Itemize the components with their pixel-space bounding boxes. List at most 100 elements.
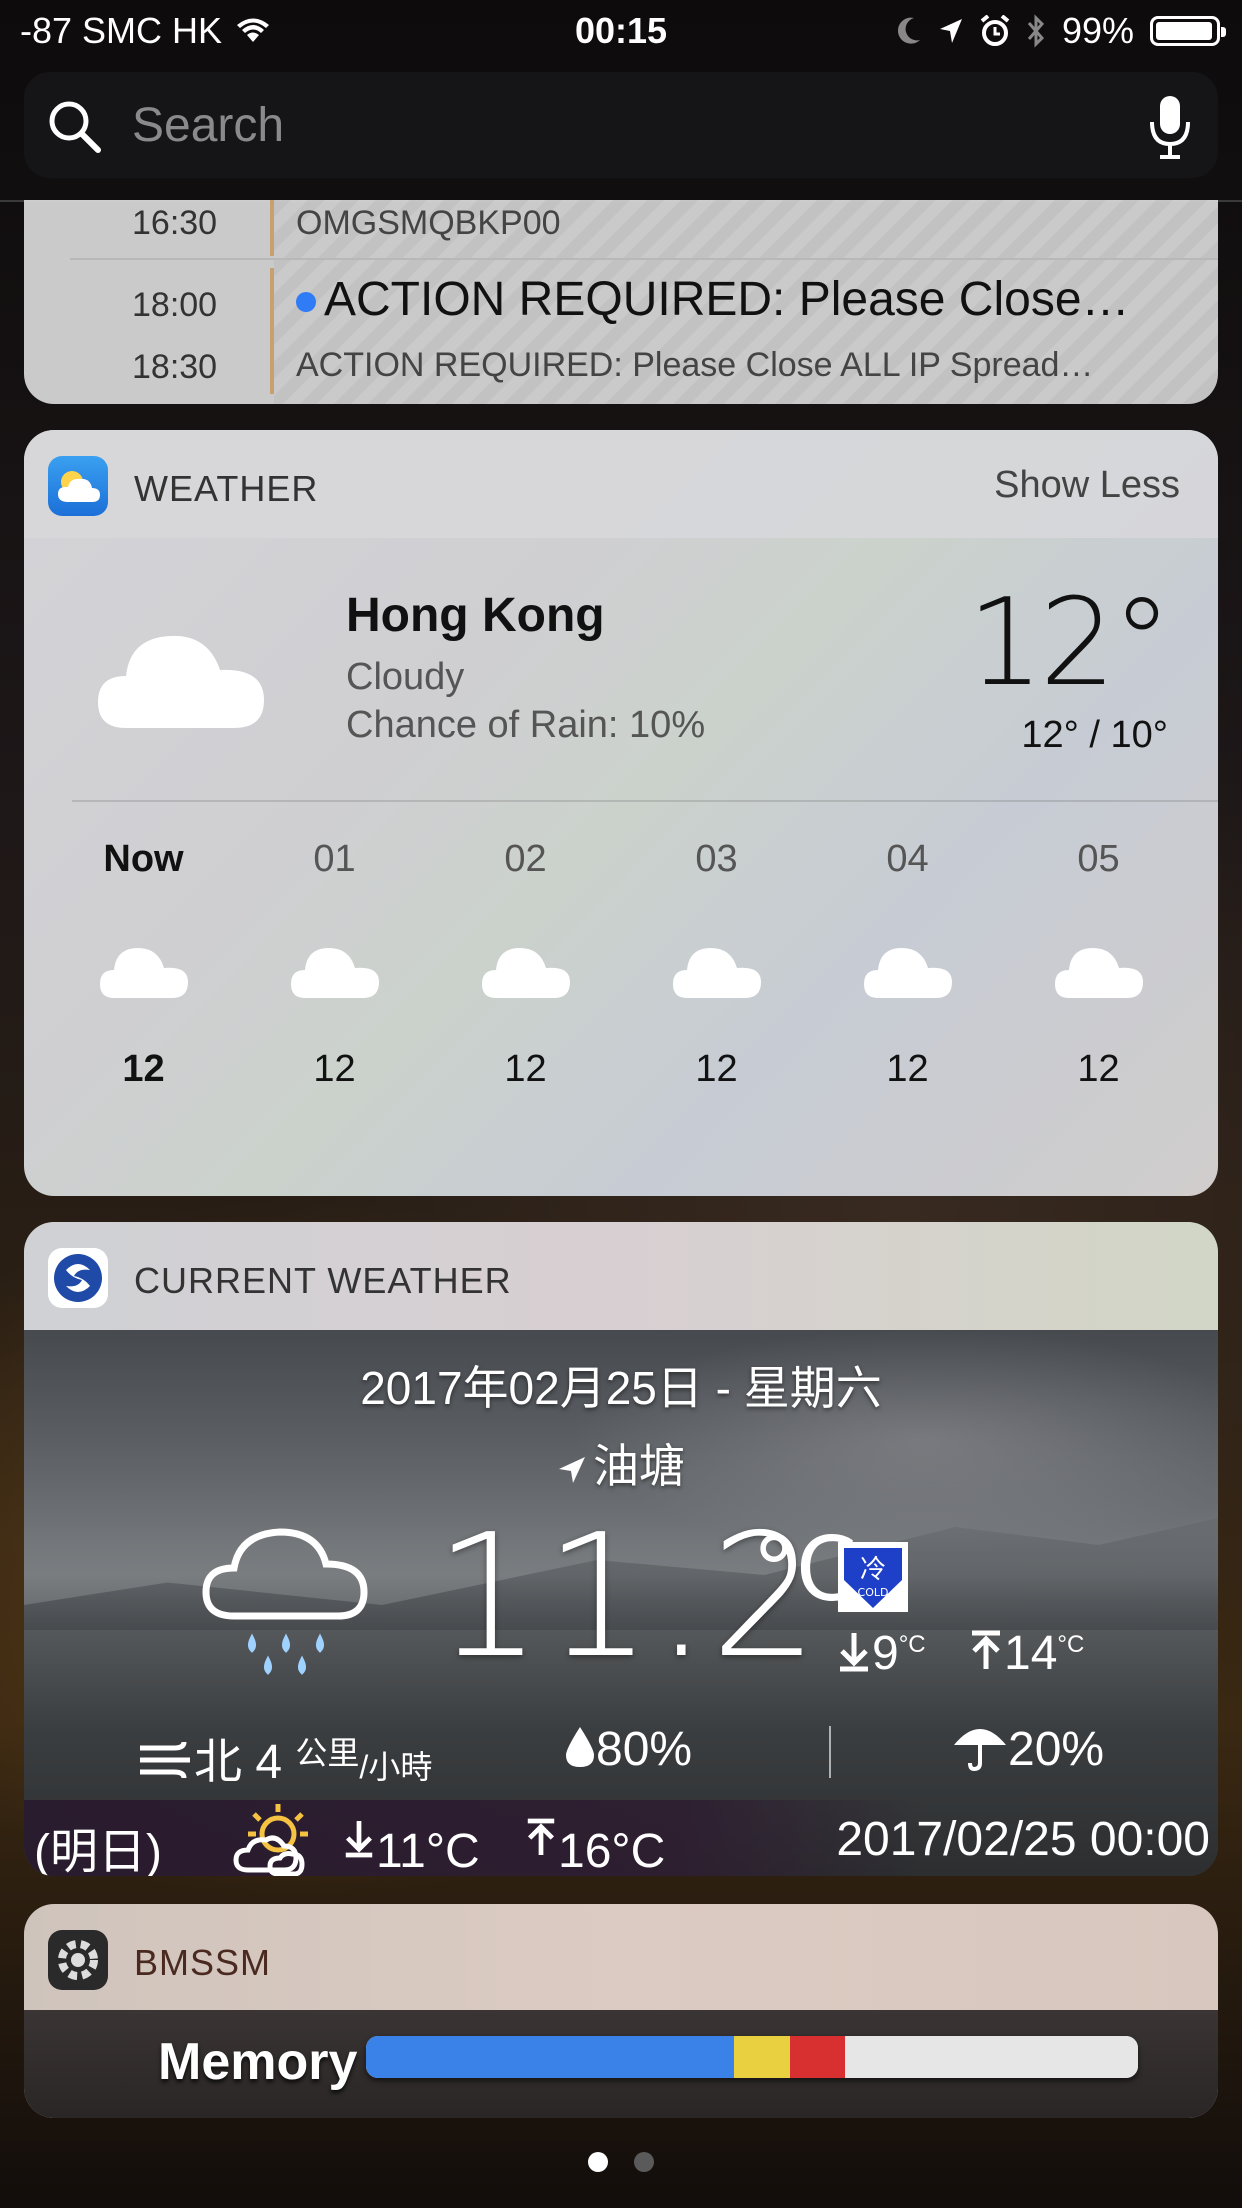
location-text: 油塘 [24, 1430, 1218, 1496]
tomorrow-high-value: 16°C [558, 1825, 666, 1876]
down-arrow-icon [840, 1633, 868, 1672]
memory-bar [366, 2036, 1138, 2078]
event-dot [296, 292, 316, 312]
calendar-event[interactable]: 16:30 OMGSMQBKP00 [24, 200, 1218, 258]
high-temp-unit: °C [1057, 1631, 1085, 1658]
location-arrow-icon [939, 19, 962, 43]
page-dot[interactable] [588, 2152, 608, 2172]
memory-segment-free [845, 2036, 1138, 2078]
hourly-item: 05 12 [1003, 838, 1194, 1178]
hour-temp: 12 [122, 1048, 165, 1090]
weather-divider [72, 800, 1218, 802]
hourly-forecast: Now 12 01 12 02 12 03 12 04 12 05 12 [48, 838, 1194, 1178]
hourly-item: 04 12 [812, 838, 1003, 1178]
wind-unit-top: 公里 [295, 1735, 360, 1771]
search-bar[interactable]: Search [24, 72, 1218, 178]
tomorrow-low-value: 11°C [376, 1825, 480, 1876]
high-temp-value: 14 [1004, 1627, 1058, 1680]
search-placeholder[interactable]: Search [132, 98, 284, 153]
widget-header: CURRENT WEATHER [24, 1222, 1218, 1330]
low-temp: 9°C [836, 1626, 926, 1681]
high-temp: 14°C [968, 1626, 1084, 1681]
moon-icon [897, 17, 920, 44]
hour-temp: 12 [695, 1048, 738, 1090]
widget-title: WEATHER [134, 468, 319, 509]
rain-probability-value: 20% [1008, 1723, 1105, 1776]
hko-app-icon[interactable] [48, 1248, 108, 1308]
umbrella-icon [954, 1729, 1006, 1772]
hour-temp: 12 [313, 1048, 356, 1090]
event-end-time: 18:30 [132, 348, 218, 386]
hour-label: 03 [695, 838, 738, 880]
current-weather-widget: CURRENT WEATHER 2017年02月25日 - 星期六 油塘 11.… [24, 1222, 1218, 1876]
city-name: Hong Kong [346, 589, 605, 642]
battery-percent: 99% [1061, 10, 1134, 51]
humidity-info: 80% [564, 1722, 692, 1777]
show-less-button[interactable]: Show Less [994, 464, 1180, 507]
calendar-event[interactable]: 18:00 18:30 ACTION REQUIRED: Please Clos… [24, 260, 1218, 404]
microphone-icon[interactable] [1148, 94, 1192, 160]
humidity-value: 80% [596, 1723, 693, 1776]
low-temp-unit: °C [898, 1631, 926, 1658]
up-arrow-icon [972, 1630, 1000, 1669]
hour-temp: 12 [504, 1048, 547, 1090]
event-start-time: 18:00 [132, 286, 218, 324]
memory-segment-wired [366, 2036, 735, 2078]
event-end-time: 16:30 [132, 204, 218, 242]
widget-title: CURRENT WEATHER [134, 1260, 512, 1301]
cloud-icon [672, 948, 761, 998]
tomorrow-label: (明日) [34, 1826, 162, 1876]
wind-icon [140, 1741, 190, 1779]
widget-header: BMSSM [24, 1904, 1218, 2012]
hour-temp: 12 [1077, 1048, 1120, 1090]
current-weather-body[interactable]: 2017年02月25日 - 星期六 油塘 11.2 °C 冷 COLD 9°C … [24, 1330, 1218, 1876]
updated-time: 2017/02/25 00:00 [836, 1813, 1210, 1866]
hour-temp: 12 [886, 1048, 929, 1090]
conditions-divider [829, 1726, 831, 1778]
weather-body[interactable]: Hong Kong Cloudy Chance of Rain: 10% 12°… [24, 538, 1218, 1196]
current-temp: 12° [967, 574, 1172, 713]
hour-label: Now [103, 838, 184, 880]
cold-badge-sub: COLD [858, 1586, 889, 1599]
page-indicator[interactable] [0, 2152, 1242, 2172]
hourly-item: 03 12 [621, 838, 812, 1178]
cloud-icon [1054, 948, 1143, 998]
weather-app-icon[interactable] [48, 456, 108, 516]
location-name: 油塘 [593, 1440, 685, 1492]
event-body: OMGSMQBKP00 [274, 200, 1218, 258]
condition-text: Cloudy [346, 656, 465, 698]
bmssm-app-icon[interactable] [48, 1930, 108, 1990]
rain-chance: Chance of Rain: 10% [346, 704, 706, 746]
wind-speed: 4 [255, 1736, 283, 1789]
cold-warning-icon: 冷 COLD [838, 1542, 908, 1612]
hi-lo-temp: 12° / 10° [1021, 714, 1168, 756]
cloud-icon [863, 948, 952, 998]
rain-cloud-icon [202, 1528, 368, 1675]
wind-unit-bottom: /小時 [359, 1749, 433, 1785]
event-title: ACTION REQUIRED: Please Close… [324, 273, 1130, 326]
date-text: 2017年02月25日 - 星期六 [360, 1362, 882, 1414]
hourly-item: 01 12 [239, 838, 430, 1178]
hour-label: 05 [1077, 838, 1120, 880]
sun-cloud-icon [233, 1804, 308, 1876]
bmssm-body[interactable]: Memory [24, 2010, 1218, 2118]
status-right: 99% [896, 10, 1226, 52]
hour-label: 02 [504, 838, 547, 880]
memory-segment-active [734, 2036, 790, 2078]
event-body: ACTION REQUIRED: Please Close… ACTION RE… [274, 260, 1218, 404]
weather-widget: WEATHER Show Less Hong Kong Cloudy Chanc… [24, 430, 1218, 1196]
widget-title: BMSSM [134, 1942, 272, 1983]
event-subtitle: OMGSMQBKP00 [296, 204, 561, 242]
memory-label: Memory [158, 2033, 358, 2091]
cold-badge-char: 冷 [860, 1555, 886, 1585]
low-temp-value: 9 [872, 1627, 899, 1680]
hourly-item: 02 12 [430, 838, 621, 1178]
bmssm-widget: BMSSM Memory [24, 1904, 1218, 2118]
cloud-icon [98, 635, 264, 728]
location-arrow-icon [559, 1456, 585, 1483]
down-arrow-icon [345, 1821, 373, 1858]
search-icon [49, 101, 101, 153]
memory-segment-inactive [789, 2036, 846, 2078]
bluetooth-icon [1027, 14, 1044, 48]
page-dot[interactable] [634, 2152, 654, 2172]
